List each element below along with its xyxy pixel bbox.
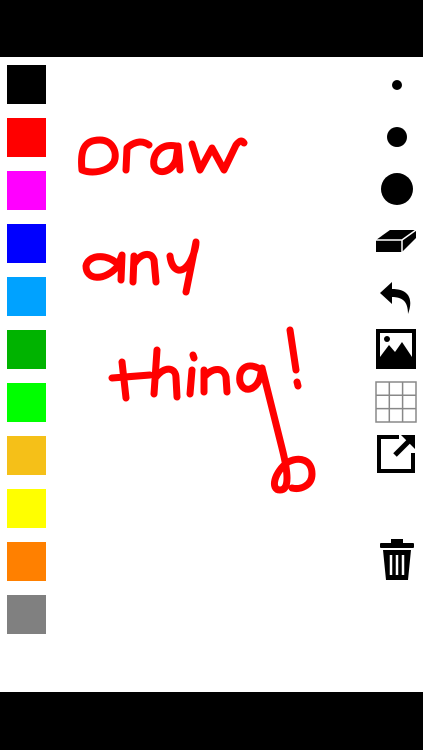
color-swatch-black[interactable]: [7, 65, 46, 104]
brush-small-icon[interactable]: [384, 72, 410, 98]
color-swatch-amber[interactable]: [7, 436, 46, 475]
trash-icon[interactable]: [377, 538, 417, 582]
color-swatch-yellow[interactable]: [7, 489, 46, 528]
share-icon[interactable]: [375, 433, 417, 475]
drawn-word-any: [82, 238, 200, 296]
color-swatch-blue[interactable]: [7, 224, 46, 263]
undo-icon[interactable]: [378, 278, 416, 316]
color-swatch-sky-blue[interactable]: [7, 277, 46, 316]
color-swatch-dark-green[interactable]: [7, 330, 46, 369]
drawn-word-thing: [108, 326, 316, 494]
eraser-icon[interactable]: [374, 226, 418, 258]
handwritten-drawing: [78, 136, 316, 494]
brush-large-icon[interactable]: [378, 170, 416, 208]
brush-medium-icon[interactable]: [382, 122, 412, 152]
top-black-bar: [0, 0, 423, 57]
color-swatch-red[interactable]: [7, 118, 46, 157]
color-swatch-green[interactable]: [7, 383, 46, 422]
color-swatch-magenta[interactable]: [7, 171, 46, 210]
bottom-black-bar: [0, 692, 423, 750]
grid-icon[interactable]: [375, 381, 417, 423]
drawing-canvas[interactable]: [0, 57, 423, 692]
color-swatch-orange[interactable]: [7, 542, 46, 581]
image-icon[interactable]: [375, 328, 417, 370]
drawn-word-draw: [78, 136, 248, 176]
color-swatch-gray[interactable]: [7, 595, 46, 634]
